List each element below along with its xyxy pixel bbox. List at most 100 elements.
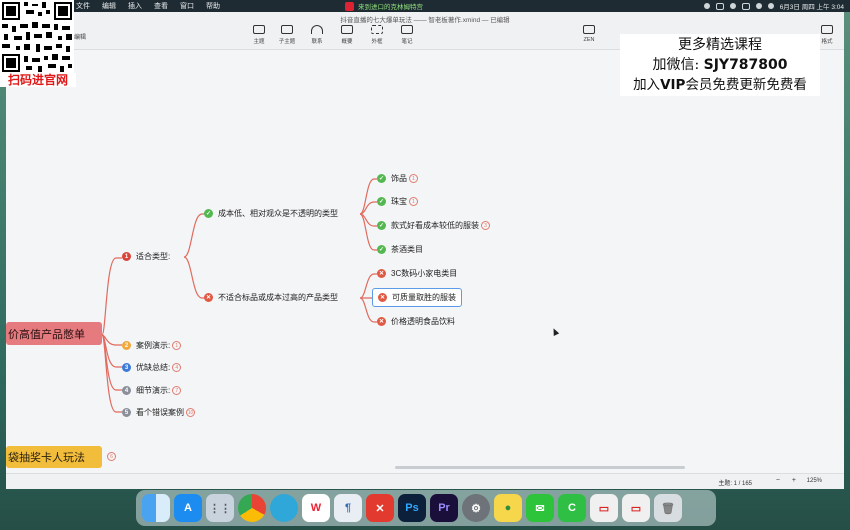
qr-caption: 扫码进官网 (0, 73, 76, 87)
topic-button[interactable]: 主题 (246, 25, 272, 45)
boundary-button[interactable]: 外框 (364, 25, 390, 45)
topic-label: 款式好看成本较低的服装 (391, 221, 479, 230)
cross-icon: ✕ (204, 293, 213, 302)
boundary-icon (371, 25, 383, 34)
promo-line-1: 更多精选课程 (678, 37, 762, 53)
summary-label: 概要 (341, 39, 353, 45)
menubar: 文件 编辑 插入 查看 窗口 帮助 来到进口的克林姆特宫 6月3日 周四 上午 … (0, 0, 850, 12)
topic-quality-clothing[interactable]: ✕ 可质量取胜的服装 (372, 288, 462, 307)
promo-vip: VIP (660, 77, 686, 93)
topic-label: 珠宝 (391, 197, 407, 206)
mail-icon[interactable]: C (558, 494, 586, 522)
branch-pros-cons[interactable]: 3 优缺总结: 4 (122, 362, 182, 373)
count-badge[interactable]: 7 (172, 386, 182, 395)
zoom-out-button[interactable]: − (776, 477, 780, 484)
script-icon[interactable]: ¶ (334, 494, 362, 522)
group-unsuitable-types[interactable]: ✕ 不适合标品或成本过高的产品类型 (204, 292, 338, 303)
settings-icon[interactable]: ⚙ (462, 494, 490, 522)
count-badge[interactable]: 1 (409, 197, 418, 206)
summary-button[interactable]: 概要 (334, 25, 360, 45)
topic-accessories[interactable]: ✓ 饰品 1 (377, 173, 418, 184)
priority-2-icon: 2 (122, 341, 131, 350)
branch-wrong-case[interactable]: 5 看个错误案例 10 (122, 407, 195, 418)
preview-icon[interactable]: ▭ (590, 494, 618, 522)
central-topic-2[interactable]: 袋抽奖卡人玩法 (6, 446, 102, 468)
root2-count-badge[interactable]: 6 (107, 452, 116, 461)
zen-button[interactable]: ZEN (576, 25, 602, 43)
app-store-icon[interactable]: A (174, 494, 202, 522)
wifi-icon[interactable] (755, 3, 762, 9)
wechat-status-icon[interactable] (703, 3, 710, 9)
menu-help[interactable]: 帮助 (206, 1, 220, 11)
xmind-icon[interactable]: ✕ (366, 494, 394, 522)
sidebar-label[interactable]: 编辑 (74, 32, 86, 41)
relationship-icon (311, 25, 323, 34)
screen-icon[interactable] (715, 2, 724, 10)
zen-icon (583, 25, 595, 34)
count-badge[interactable]: 3 (481, 221, 490, 230)
bluetooth-icon[interactable] (729, 3, 736, 9)
topic-clothing[interactable]: ✓ 款式好看成本较低的服装 3 (377, 220, 490, 231)
mindmap-canvas[interactable]: 价高值产品憋单 袋抽奖卡人玩法 6 1 适合类型: ✓ 成本低、相对观众是不透明… (6, 50, 844, 468)
branch-detail-demo[interactable]: 4 细节演示: 7 (122, 385, 182, 396)
promo-banner: 更多精选课程 加微信: SJY787800 加入VIP会员免费更新免费看 (620, 34, 820, 96)
menu-view[interactable]: 查看 (154, 1, 168, 11)
check-icon: ✓ (377, 221, 386, 230)
group-low-cost-types[interactable]: ✓ 成本低、相对观众是不透明的类型 (204, 208, 338, 219)
topic-3c-appliances[interactable]: ✕ 3C数码小家电类目 (377, 268, 457, 279)
topic-jewelry[interactable]: ✓ 珠宝 1 (377, 196, 418, 207)
finder-icon[interactable] (142, 494, 170, 522)
branch-label: 适合类型: (136, 252, 171, 261)
promo-wechat-prefix: 加微信: (652, 57, 704, 73)
format-icon (821, 25, 833, 34)
check-icon: ✓ (377, 197, 386, 206)
horizontal-scrollbar[interactable] (395, 466, 685, 469)
summary-icon (341, 25, 353, 34)
zoom-in-button[interactable]: + (792, 477, 796, 484)
topic-food-drinks[interactable]: ✕ 价格透明食品饮料 (377, 316, 455, 327)
clock[interactable]: 6月3日 周四 上午 3:04 (780, 1, 844, 11)
central-topic[interactable]: 价高值产品憋单 (6, 322, 102, 345)
status-menus: 6月3日 周四 上午 3:04 (703, 0, 844, 12)
trash-icon[interactable]: 🗑 (654, 494, 682, 522)
dock: A ⋮⋮ W ¶ ✕ Ps Pr ⚙ ● ✉ C ▭ ▭ 🗑 (136, 490, 716, 526)
relationship-button[interactable]: 联系 (304, 25, 330, 45)
chrome-icon[interactable] (238, 494, 266, 522)
maps-icon[interactable]: ● (494, 494, 522, 522)
search-icon[interactable] (767, 3, 774, 9)
count-badge[interactable]: 4 (172, 363, 182, 372)
boundary-label: 外框 (371, 39, 383, 45)
subtopic-button[interactable]: 子主题 (274, 25, 300, 45)
photoshop-icon[interactable]: Ps (398, 494, 426, 522)
branch-case-demo[interactable]: 2 案例演示: 1 (122, 340, 182, 351)
promo-wechat-id: SJY787800 (703, 57, 788, 73)
priority-4-icon: 4 (122, 386, 131, 395)
safari-icon[interactable] (270, 494, 298, 522)
count-badge[interactable]: 1 (172, 341, 182, 350)
branch-suitable-types[interactable]: 1 适合类型: (122, 251, 170, 262)
cross-icon: ✕ (377, 317, 386, 326)
wps-icon[interactable]: W (302, 494, 330, 522)
promo-vip-suffix: 会员免费更新免费看 (685, 77, 807, 93)
note-button[interactable]: 笔记 (394, 25, 420, 45)
battery-icon[interactable] (741, 2, 750, 10)
launchpad-icon[interactable]: ⋮⋮ (206, 494, 234, 522)
count-badge[interactable]: 10 (186, 408, 195, 417)
menu-list: 文件 编辑 插入 查看 窗口 帮助 (76, 1, 220, 11)
menu-window[interactable]: 窗口 (180, 1, 194, 11)
zoom-level[interactable]: 125% (807, 478, 822, 484)
menu-insert[interactable]: 插入 (128, 1, 142, 11)
check-icon: ✓ (204, 209, 213, 218)
subtopic-label: 子主题 (278, 39, 296, 45)
qr-code (0, 0, 74, 74)
zen-label: ZEN (583, 37, 595, 43)
now-playing-title: 来到进口的克林姆特宫 (358, 4, 423, 11)
menu-file[interactable]: 文件 (76, 1, 90, 11)
premiere-icon[interactable]: Pr (430, 494, 458, 522)
topic-tea-wine[interactable]: ✓ 茶酒类目 (377, 244, 423, 255)
check-icon: ✓ (377, 174, 386, 183)
count-badge[interactable]: 1 (409, 174, 418, 183)
wechat-icon[interactable]: ✉ (526, 494, 554, 522)
menu-edit[interactable]: 编辑 (102, 1, 116, 11)
notes-icon[interactable]: ▭ (622, 494, 650, 522)
